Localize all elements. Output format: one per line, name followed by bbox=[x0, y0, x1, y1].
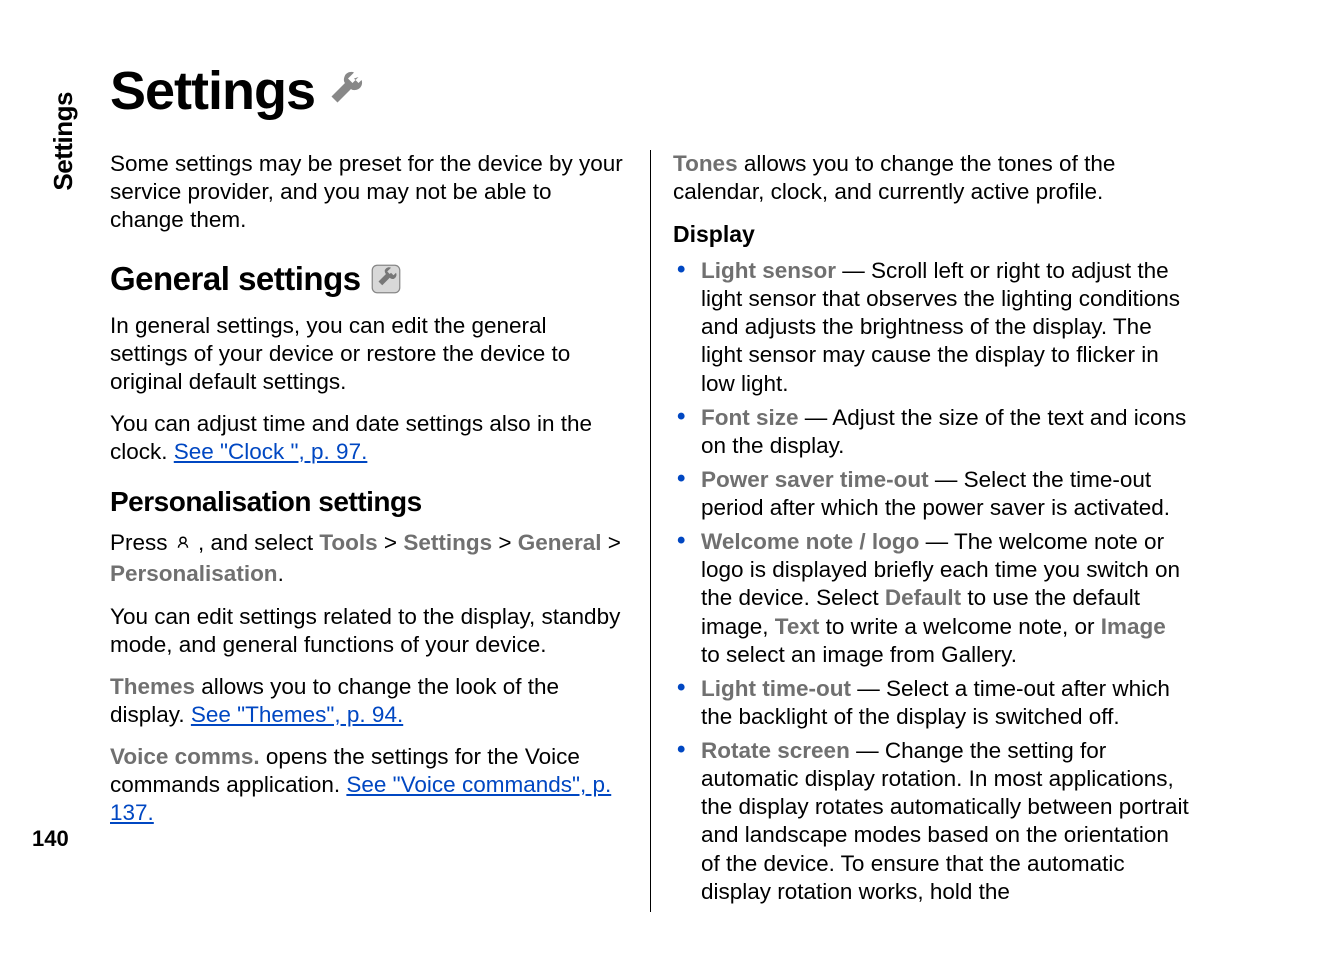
personalisation-nav: Press , and select Tools > Settings > Ge… bbox=[110, 529, 628, 588]
nav-personalisation: Personalisation bbox=[110, 561, 278, 586]
list-item: Light sensor — Scroll left or right to a… bbox=[673, 257, 1190, 398]
nav-sep2: > bbox=[492, 530, 518, 555]
page-number: 140 bbox=[32, 826, 69, 852]
tones-term: Tones bbox=[673, 151, 738, 176]
nav-period: . bbox=[278, 561, 284, 586]
general-settings-heading: General settings bbox=[110, 258, 628, 299]
font-size-term: Font size bbox=[701, 405, 799, 430]
rotate-term: Rotate screen bbox=[701, 738, 850, 763]
title-row: Settings bbox=[110, 60, 1262, 122]
wrench-square-icon bbox=[371, 258, 401, 299]
nav-prefix: Press bbox=[110, 530, 174, 555]
two-columns: Some settings may be preset for the devi… bbox=[110, 150, 1262, 912]
wrench-icon bbox=[327, 71, 363, 112]
display-list: Light sensor — Scroll left or right to a… bbox=[673, 257, 1190, 906]
voice-term: Voice comms. bbox=[110, 744, 260, 769]
nav-settings: Settings bbox=[403, 530, 492, 555]
menu-key-icon bbox=[174, 532, 192, 560]
side-tab-label: Settings bbox=[48, 92, 79, 191]
personalisation-p2: You can edit settings related to the dis… bbox=[110, 603, 628, 659]
nav-sep1: > bbox=[378, 530, 404, 555]
nav-tools: Tools bbox=[319, 530, 377, 555]
page-title: Settings bbox=[110, 60, 315, 122]
nav-general: General bbox=[518, 530, 602, 555]
content-area: Settings Some settings may be preset for… bbox=[110, 60, 1262, 912]
tones-paragraph: Tones allows you to change the tones of … bbox=[673, 150, 1190, 206]
display-heading: Display bbox=[673, 220, 1190, 249]
list-item: Rotate screen — Change the setting for a… bbox=[673, 737, 1190, 906]
clock-link[interactable]: See "Clock ", p. 97. bbox=[174, 439, 368, 464]
nav-sep3: > bbox=[602, 530, 621, 555]
light-timeout-term: Light time-out bbox=[701, 676, 851, 701]
general-p1: In general settings, you can edit the ge… bbox=[110, 312, 628, 396]
themes-paragraph: Themes allows you to change the look of … bbox=[110, 673, 628, 729]
welcome-opt2: Text bbox=[775, 614, 820, 639]
voice-paragraph: Voice comms. opens the settings for the … bbox=[110, 743, 628, 827]
list-item: Font size — Adjust the size of the text … bbox=[673, 404, 1190, 460]
welcome-opt3: Image bbox=[1101, 614, 1166, 639]
light-sensor-term: Light sensor bbox=[701, 258, 836, 283]
list-item: Welcome note / logo — The welcome note o… bbox=[673, 528, 1190, 669]
themes-link[interactable]: See "Themes", p. 94. bbox=[191, 702, 403, 727]
intro-paragraph: Some settings may be preset for the devi… bbox=[110, 150, 628, 234]
welcome-term: Welcome note / logo bbox=[701, 529, 919, 554]
welcome-mid2: to write a welcome note, or bbox=[819, 614, 1100, 639]
general-p2: You can adjust time and date settings al… bbox=[110, 410, 628, 466]
right-column: Tones allows you to change the tones of … bbox=[650, 150, 1190, 912]
themes-term: Themes bbox=[110, 674, 195, 699]
general-settings-heading-text: General settings bbox=[110, 258, 361, 299]
welcome-opt1: Default bbox=[885, 585, 961, 610]
left-column: Some settings may be preset for the devi… bbox=[110, 150, 650, 912]
list-item: Light time-out — Select a time-out after… bbox=[673, 675, 1190, 731]
nav-mid: , and select bbox=[192, 530, 320, 555]
welcome-mid3: to select an image from Gallery. bbox=[701, 642, 1017, 667]
list-item: Power saver time-out — Select the time-o… bbox=[673, 466, 1190, 522]
personalisation-heading: Personalisation settings bbox=[110, 484, 628, 519]
power-saver-term: Power saver time-out bbox=[701, 467, 929, 492]
page: Settings 140 Settings Some settings may … bbox=[0, 0, 1322, 954]
tones-rest: allows you to change the tones of the ca… bbox=[673, 151, 1115, 204]
